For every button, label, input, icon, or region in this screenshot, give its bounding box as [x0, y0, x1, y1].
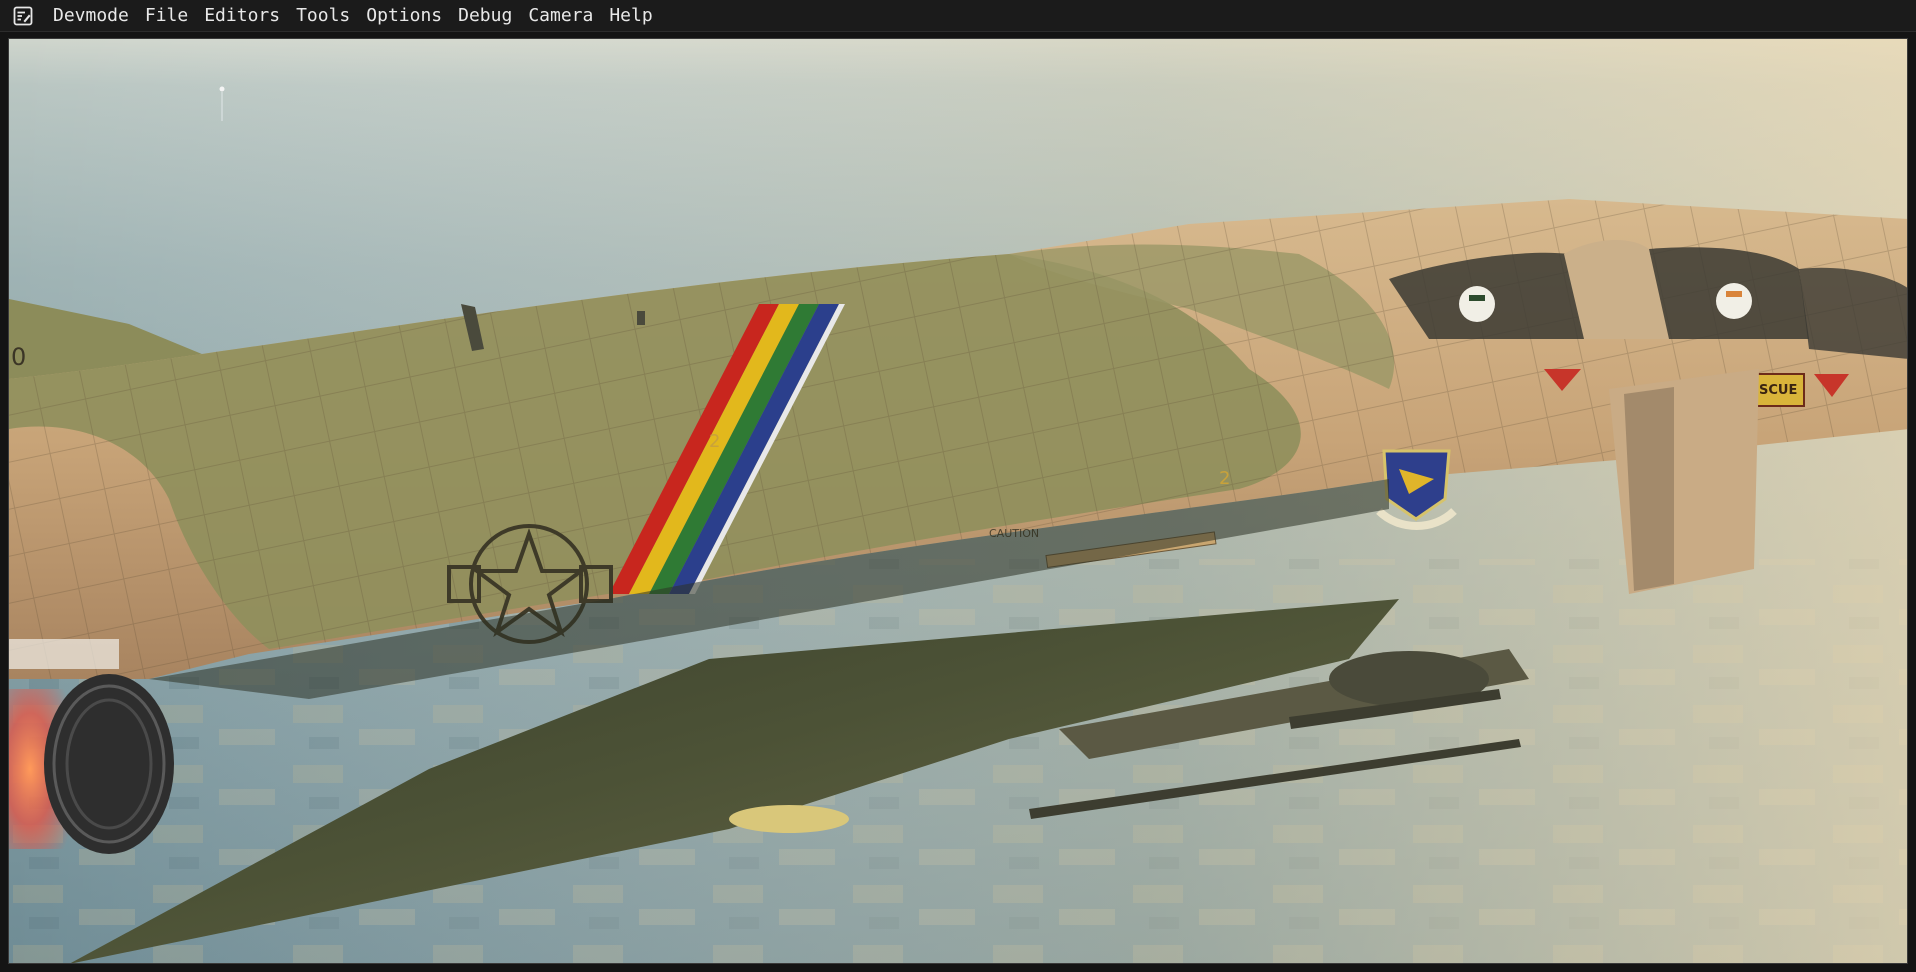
menu-options[interactable]: Options	[358, 0, 450, 32]
panel-number-left: 2	[709, 431, 720, 452]
tail-number-fragment: 0	[11, 343, 26, 371]
menu-help[interactable]: Help	[601, 0, 660, 32]
scene-render: 0 2 2 SCUE	[9, 39, 1907, 963]
menu-file[interactable]: File	[137, 0, 196, 32]
panel-number-right: 2	[1219, 468, 1230, 489]
menu-debug[interactable]: Debug	[450, 0, 520, 32]
menu-devmode[interactable]: Devmode	[45, 0, 137, 32]
menu-tools[interactable]: Tools	[288, 0, 358, 32]
menu-editors[interactable]: Editors	[196, 0, 288, 32]
devmode-application: Devmode File Editors Tools Options Debug…	[0, 0, 1916, 972]
scene-viewport[interactable]: 0 2 2 SCUE	[8, 38, 1908, 964]
menu-bar: Devmode File Editors Tools Options Debug…	[0, 0, 1916, 32]
devmode-edit-icon[interactable]	[12, 5, 34, 27]
menu-camera[interactable]: Camera	[520, 0, 601, 32]
rescue-placard: SCUE	[1759, 383, 1797, 398]
